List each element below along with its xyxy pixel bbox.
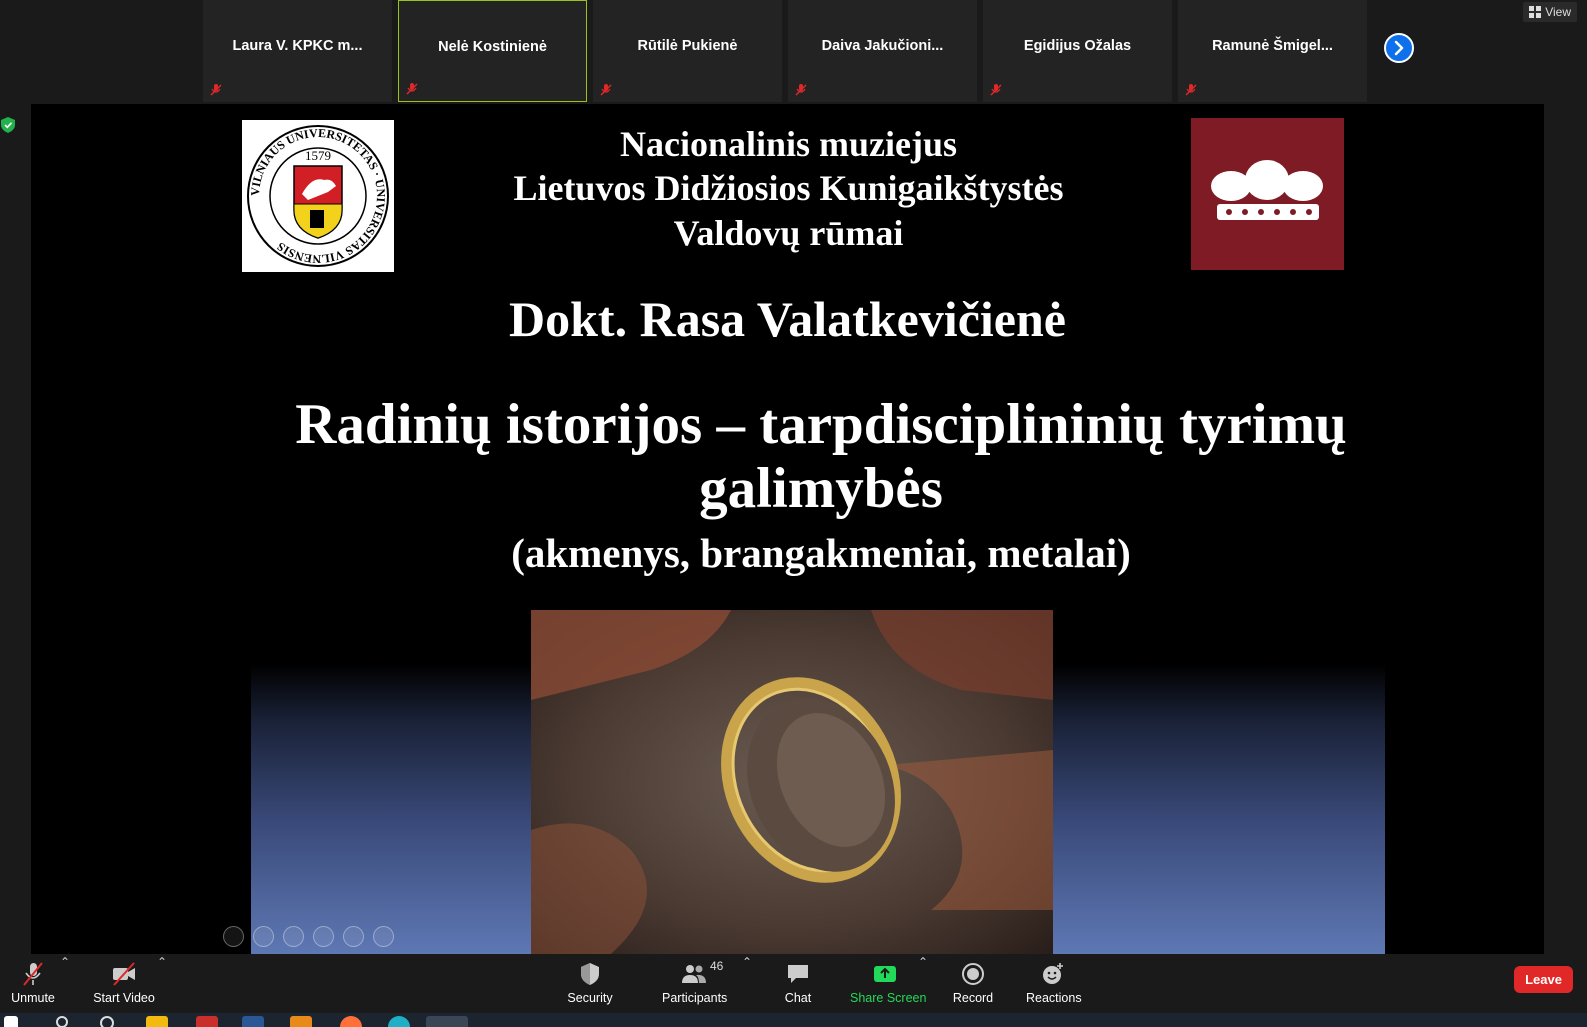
participant-tile[interactable]: Ramunė Šmigel... bbox=[1178, 0, 1367, 102]
chevron-right-icon bbox=[1394, 40, 1404, 56]
encryption-shield-icon[interactable] bbox=[1, 117, 15, 133]
reactions-label: Reactions bbox=[1026, 991, 1082, 1005]
pen-tool-button[interactable] bbox=[283, 926, 304, 947]
zoom-slide-button[interactable] bbox=[343, 926, 364, 947]
search-icon[interactable] bbox=[56, 1016, 68, 1027]
ring-in-soil-photo bbox=[531, 610, 1053, 954]
participants-options-caret[interactable]: ⌃ bbox=[742, 955, 752, 969]
outlook-icon[interactable] bbox=[290, 1016, 312, 1027]
shared-screen: VILNIAUS UNIVERSITETAS · UNIVERSITAS VIL… bbox=[31, 104, 1544, 954]
participants-icon bbox=[682, 965, 706, 983]
mic-muted-icon bbox=[1185, 84, 1197, 96]
participant-name: Laura V. KPKC m... bbox=[232, 38, 363, 54]
participant-name: Egidijus Ožalas bbox=[1023, 38, 1132, 54]
share-screen-icon bbox=[874, 966, 896, 982]
mic-muted-icon bbox=[600, 84, 612, 96]
record-label: Record bbox=[952, 991, 994, 1005]
edge-icon[interactable] bbox=[388, 1016, 410, 1027]
record-icon bbox=[962, 963, 984, 985]
zoom-meeting-window: Laura V. KPKC m... Nelė Kostinienė Rūtil… bbox=[0, 0, 1587, 1027]
mic-muted-icon bbox=[406, 83, 418, 95]
slide-author: Dokt. Rasa Valatkevičienė bbox=[509, 291, 1066, 347]
file-explorer-icon[interactable] bbox=[146, 1016, 168, 1027]
institution-line-3: Valdovų rūmai bbox=[673, 213, 904, 253]
valdovu-rumai-crown-logo bbox=[1191, 118, 1344, 270]
participant-name: Nelė Kostinienė bbox=[438, 39, 547, 55]
cortana-icon[interactable] bbox=[100, 1016, 114, 1027]
participant-strip: Laura V. KPKC m... Nelė Kostinienė Rūtil… bbox=[203, 0, 1373, 102]
participant-tile[interactable]: Daiva Jakučioni... bbox=[788, 0, 977, 102]
next-participants-button[interactable] bbox=[1384, 33, 1414, 63]
next-slide-button[interactable] bbox=[253, 926, 274, 947]
acrobat-icon[interactable] bbox=[196, 1016, 218, 1027]
security-label: Security bbox=[567, 991, 613, 1005]
chat-icon bbox=[788, 965, 808, 983]
svg-text:1579: 1579 bbox=[305, 148, 331, 163]
video-off-icon bbox=[113, 962, 135, 986]
start-video-button[interactable]: Start Video bbox=[92, 955, 156, 1013]
record-button[interactable]: Record bbox=[952, 955, 994, 1013]
slideshow-controls bbox=[223, 926, 394, 947]
video-options-caret[interactable]: ⌃ bbox=[157, 955, 167, 969]
zoom-taskbar-icon[interactable] bbox=[426, 1016, 468, 1027]
see-all-slides-button[interactable] bbox=[313, 926, 334, 947]
participants-label: Participants bbox=[662, 991, 728, 1005]
firefox-icon[interactable] bbox=[340, 1016, 362, 1027]
security-button[interactable]: Security bbox=[566, 955, 614, 1013]
grid-view-icon bbox=[1529, 6, 1542, 18]
unmute-button[interactable]: Unmute bbox=[8, 955, 58, 1013]
chat-button[interactable]: Chat bbox=[782, 955, 814, 1013]
slide-title-line-2: galimybės bbox=[699, 457, 943, 520]
participant-tile[interactable]: Egidijus Ožalas bbox=[983, 0, 1172, 102]
institution-line-2: Lietuvos Didžiosios Kunigaikštystės bbox=[513, 168, 1064, 208]
participant-tile[interactable]: Rūtilė Pukienė bbox=[593, 0, 782, 102]
participant-name: Daiva Jakučioni... bbox=[821, 38, 944, 54]
meeting-toolbar: Unmute ⌃ Start Video ⌃ Security 46 Parti… bbox=[0, 955, 1587, 1013]
mic-muted-icon bbox=[23, 962, 43, 986]
view-label: View bbox=[1545, 5, 1571, 19]
mic-muted-icon bbox=[795, 84, 807, 96]
windows-taskbar bbox=[0, 1013, 1587, 1027]
unmute-label: Unmute bbox=[11, 991, 55, 1005]
reactions-icon bbox=[1043, 963, 1063, 984]
participant-count: 46 bbox=[710, 959, 724, 973]
reactions-button[interactable]: Reactions bbox=[1026, 955, 1082, 1013]
audio-options-caret[interactable]: ⌃ bbox=[60, 955, 70, 969]
more-options-button[interactable] bbox=[373, 926, 394, 947]
shield-icon bbox=[581, 963, 599, 985]
slide-title-line-1: Radinių istorijos – tarpdisciplininių ty… bbox=[295, 393, 1347, 456]
view-button[interactable]: View bbox=[1523, 2, 1577, 22]
institution-line-1: Nacionalinis muziejus bbox=[619, 124, 958, 164]
vilnius-university-logo: VILNIAUS UNIVERSITETAS · UNIVERSITAS VIL… bbox=[242, 120, 394, 272]
slide-subtitle: (akmenys, brangakmeniai, metalai) bbox=[511, 530, 1131, 576]
mic-muted-icon bbox=[990, 84, 1002, 96]
mic-muted-icon bbox=[210, 84, 222, 96]
leave-meeting-button[interactable]: Leave bbox=[1514, 966, 1573, 993]
share-screen-label: Share Screen bbox=[850, 991, 927, 1005]
word-icon[interactable] bbox=[242, 1016, 264, 1027]
participants-button[interactable]: 46 Participants bbox=[662, 955, 728, 1013]
participant-name: Rūtilė Pukienė bbox=[637, 38, 738, 54]
share-options-caret[interactable]: ⌃ bbox=[918, 955, 928, 969]
previous-slide-button[interactable] bbox=[223, 926, 244, 947]
start-video-label: Start Video bbox=[93, 991, 155, 1005]
chat-label: Chat bbox=[784, 991, 812, 1005]
windows-start-icon[interactable] bbox=[4, 1016, 18, 1027]
participant-name: Ramunė Šmigel... bbox=[1212, 38, 1333, 54]
share-screen-button[interactable]: Share Screen bbox=[850, 955, 927, 1013]
participant-tile-active-speaker[interactable]: Nelė Kostinienė bbox=[398, 0, 587, 102]
participant-tile[interactable]: Laura V. KPKC m... bbox=[203, 0, 392, 102]
